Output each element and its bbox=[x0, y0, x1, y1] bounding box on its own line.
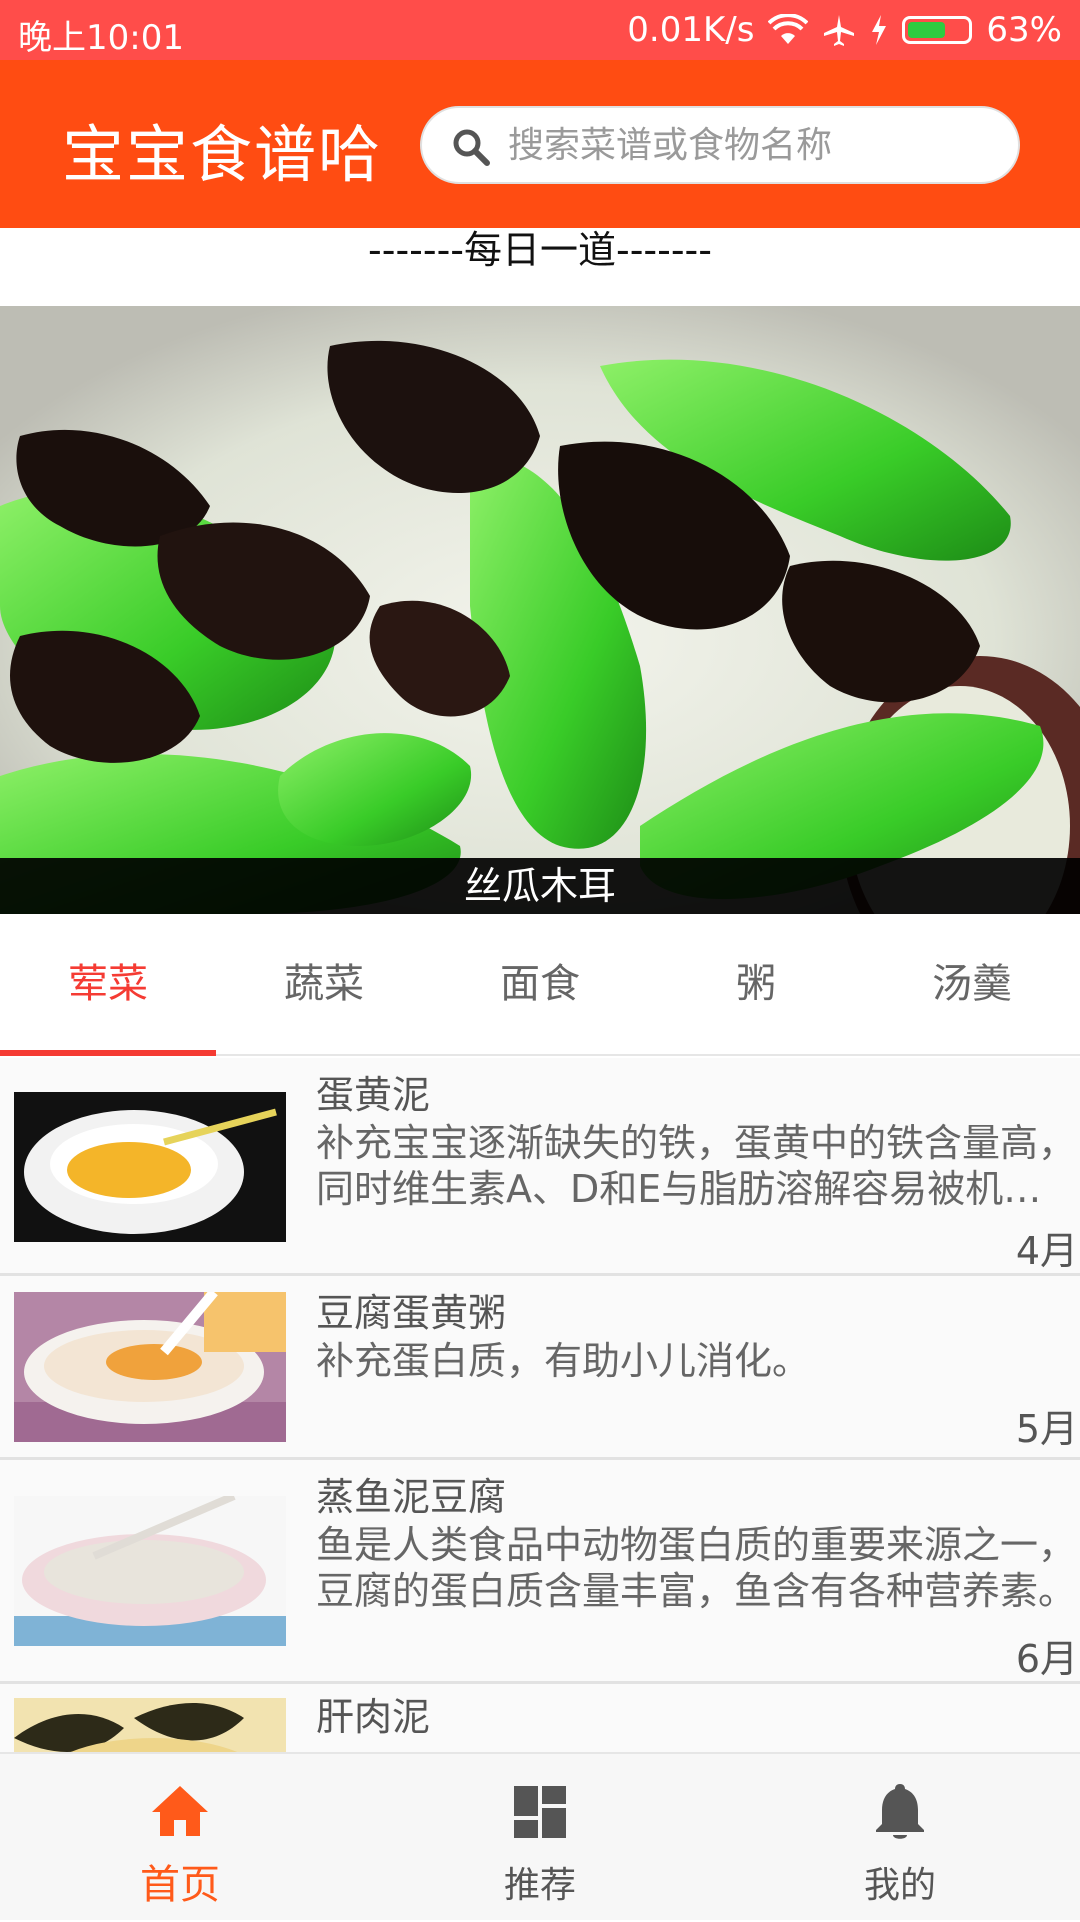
recipe-image bbox=[14, 1496, 286, 1646]
tab-vegetable[interactable]: 蔬菜 bbox=[216, 914, 432, 1054]
home-icon bbox=[152, 1786, 208, 1836]
recipe-list[interactable]: 蛋黄泥 补充宝宝逐渐缺失的铁，蛋黄中的铁含量高，同时维生素A、D和E与脂肪溶解容… bbox=[0, 1058, 1080, 1752]
nav-mine-label: 我的 bbox=[863, 1865, 936, 1906]
recipe-title: 蒸鱼泥豆腐 bbox=[316, 1475, 507, 1519]
status-right: 0.01K/s 63% bbox=[627, 10, 1062, 50]
recipe-image bbox=[14, 1092, 286, 1242]
tab-noodles[interactable]: 面食 bbox=[432, 914, 648, 1054]
tab-indicator bbox=[0, 1050, 216, 1056]
recipe-image bbox=[14, 1698, 286, 1752]
network-speed: 0.01K/s bbox=[627, 10, 755, 50]
bell-icon bbox=[876, 1784, 924, 1839]
battery-icon bbox=[902, 16, 973, 44]
nav-home-label: 首页 bbox=[140, 1862, 220, 1908]
wifi-icon bbox=[768, 14, 809, 44]
daily-dish-name: 丝瓜木耳 bbox=[0, 858, 1080, 914]
recipe-description: 补充宝宝逐渐缺失的铁，蛋黄中的铁含量高，同时维生素A、D和E与脂肪溶解容易被机体… bbox=[316, 1121, 1077, 1211]
list-item[interactable]: 豆腐蛋黄粥 补充蛋白质，有助小儿消化。 5月 bbox=[0, 1276, 1080, 1460]
search-input[interactable] bbox=[506, 108, 996, 182]
charging-icon bbox=[872, 15, 887, 45]
recipe-month: 6月 bbox=[1015, 1637, 1078, 1681]
status-bar: 晚上10:01 0.01K/s 63% bbox=[0, 0, 1080, 60]
nav-recommend[interactable]: 推荐 bbox=[360, 1754, 720, 1922]
recipe-description: 鱼是人类食品中动物蛋白质的重要来源之一，豆腐的蛋白质含量丰富，鱼含有各种营养素。 bbox=[316, 1523, 1077, 1613]
airplane-icon bbox=[824, 15, 855, 46]
recipe-title: 肝肉泥 bbox=[316, 1695, 431, 1739]
daily-heading: -------每日一道------- bbox=[368, 228, 712, 272]
tab-porridge[interactable]: 粥 bbox=[648, 914, 864, 1054]
recipe-description: 补充蛋白质，有助小儿消化。 bbox=[316, 1339, 811, 1383]
nav-mine[interactable]: 我的 bbox=[720, 1754, 1080, 1922]
category-tabs: 荤菜 蔬菜 面食 粥 汤羹 bbox=[0, 914, 1080, 1056]
recipe-title: 豆腐蛋黄粥 bbox=[316, 1291, 507, 1335]
app-header: 宝宝食谱哈 bbox=[0, 60, 1080, 228]
recipe-image bbox=[14, 1292, 286, 1442]
status-time: 晚上10:01 bbox=[18, 18, 184, 58]
search-bar[interactable] bbox=[420, 106, 1020, 184]
tab-soup[interactable]: 汤羹 bbox=[864, 914, 1080, 1054]
list-item[interactable]: 蛋黄泥 补充宝宝逐渐缺失的铁，蛋黄中的铁含量高，同时维生素A、D和E与脂肪溶解容… bbox=[0, 1058, 1080, 1276]
search-icon bbox=[453, 129, 490, 166]
app-title: 宝宝食谱哈 bbox=[62, 118, 383, 191]
dashboard-icon bbox=[514, 1786, 566, 1838]
recipe-month: 4月 bbox=[1015, 1229, 1078, 1273]
nav-home[interactable]: 首页 bbox=[0, 1754, 360, 1922]
recipe-month: 5月 bbox=[1015, 1407, 1078, 1451]
list-item[interactable]: 肝肉泥 bbox=[0, 1684, 1080, 1752]
recipe-title: 蛋黄泥 bbox=[316, 1073, 431, 1117]
bottom-navigation: 首页 推荐 我的 bbox=[0, 1752, 1080, 1920]
daily-dish-banner[interactable]: 丝瓜木耳 bbox=[0, 306, 1080, 914]
battery-percent: 63% bbox=[986, 10, 1062, 50]
daily-dish-image bbox=[0, 306, 1080, 914]
list-item[interactable]: 蒸鱼泥豆腐 鱼是人类食品中动物蛋白质的重要来源之一，豆腐的蛋白质含量丰富，鱼含有… bbox=[0, 1460, 1080, 1684]
nav-recommend-label: 推荐 bbox=[503, 1865, 576, 1906]
tab-meat[interactable]: 荤菜 bbox=[0, 914, 216, 1054]
